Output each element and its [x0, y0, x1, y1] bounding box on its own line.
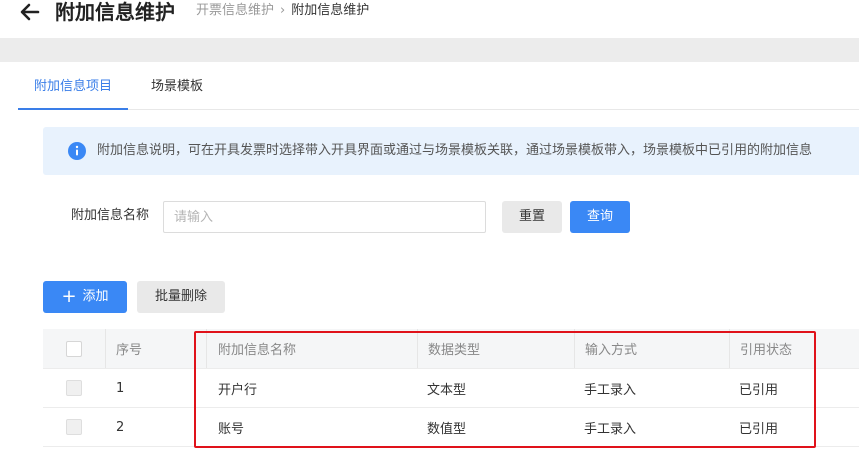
- tab-bar: 附加信息项目 场景模板: [18, 66, 859, 110]
- cell-name: 开户行: [218, 382, 258, 398]
- table-header-row: 序号 附加信息名称 数据类型 输入方式 引用状态: [43, 329, 859, 369]
- cell-data-type: 数值型: [427, 421, 467, 437]
- search-label: 附加信息名称: [71, 208, 150, 223]
- row-checkbox-cell: [43, 369, 105, 407]
- table-row[interactable]: 1 开户行 文本型 手工录入 已引用: [43, 369, 859, 408]
- alert-text: 附加信息说明，可在开具发票时选择带入开具界面或通过与场景模板关联，通过场景模板带…: [97, 143, 813, 158]
- search-input[interactable]: [163, 201, 486, 233]
- add-button[interactable]: + 添加: [43, 281, 127, 313]
- column-header-data-type: 数据类型: [417, 329, 574, 368]
- cell-data-type: 文本型: [427, 382, 467, 398]
- plus-icon: +: [61, 286, 77, 307]
- reset-button[interactable]: 重置: [502, 201, 562, 233]
- back-arrow-icon[interactable]: [18, 0, 42, 24]
- select-all-checkbox[interactable]: [66, 340, 82, 357]
- cell-reference-status: 已引用: [739, 382, 779, 398]
- info-alert: 附加信息说明，可在开具发票时选择带入开具界面或通过与场景模板关联，通过场景模板带…: [43, 127, 859, 175]
- data-table: 序号 附加信息名称 数据类型 输入方式 引用状态 1 开户行 文本型 手工录入 …: [43, 329, 859, 447]
- add-button-label: 添加: [82, 289, 109, 304]
- table-row[interactable]: 2 账号 数值型 手工录入 已引用: [43, 408, 859, 447]
- cell-input-method: 手工录入: [584, 421, 637, 437]
- page-gap: [0, 38, 859, 62]
- header-checkbox-cell: [43, 329, 105, 368]
- batch-delete-button[interactable]: 批量删除: [137, 281, 225, 313]
- cell-input-method: 手工录入: [584, 382, 637, 398]
- cell-reference-status: 已引用: [739, 421, 779, 437]
- breadcrumb-item-current: 附加信息维护: [291, 3, 370, 18]
- breadcrumb: 开票信息维护 › 附加信息维护: [196, 2, 369, 20]
- column-header-input-method: 输入方式: [574, 329, 729, 368]
- cell-name: 账号: [218, 421, 245, 437]
- row-checkbox-cell: [43, 408, 105, 446]
- breadcrumb-item-invoice-info[interactable]: 开票信息维护: [196, 3, 274, 18]
- top-bar: 附加信息维护 开票信息维护 › 附加信息维护: [0, 0, 859, 38]
- cell-index: 2: [116, 419, 125, 435]
- breadcrumb-separator-icon: ›: [280, 3, 286, 18]
- column-header-name: 附加信息名称: [206, 329, 417, 368]
- cell-index: 1: [116, 380, 125, 396]
- query-button[interactable]: 查询: [570, 201, 630, 233]
- tab-additional-info-items[interactable]: 附加信息项目: [18, 66, 129, 110]
- column-header-index: 序号: [105, 329, 194, 368]
- tab-scene-template[interactable]: 场景模板: [151, 66, 203, 110]
- page-title: 附加信息维护: [55, 0, 175, 24]
- column-header-reference-status: 引用状态: [729, 329, 859, 368]
- row-checkbox[interactable]: [66, 419, 82, 435]
- row-checkbox[interactable]: [66, 380, 82, 396]
- info-icon: [68, 142, 86, 160]
